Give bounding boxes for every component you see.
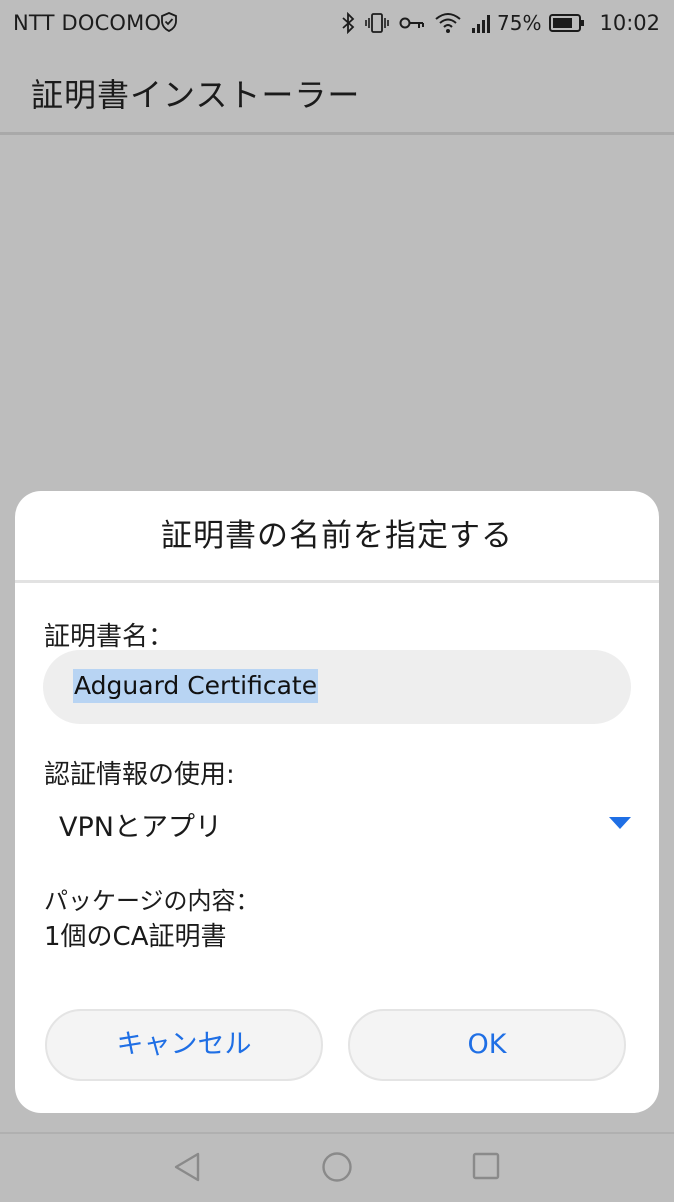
certificate-name-value[interactable]: Adguard Certificate xyxy=(73,669,319,703)
credential-usage-value[interactable]: VPNとアプリ xyxy=(59,805,222,844)
signal-icon xyxy=(471,13,493,33)
back-icon[interactable] xyxy=(172,1151,202,1187)
clock: 10:02 xyxy=(599,11,660,35)
status-bar: NTT DOCOMO 75% 10:02 xyxy=(0,0,674,48)
home-icon[interactable] xyxy=(321,1151,353,1187)
battery-percent: 75% xyxy=(497,11,542,35)
certificate-name-label: 証明書名： xyxy=(44,622,175,652)
battery-icon xyxy=(549,14,585,32)
carrier-name: NTT DOCOMO xyxy=(13,11,162,35)
package-contents-value: 1個のCA証明書 xyxy=(44,922,227,952)
cancel-button[interactable]: キャンセル xyxy=(45,1009,323,1081)
bluetooth-icon xyxy=(341,12,355,34)
recents-icon[interactable] xyxy=(471,1151,501,1185)
credential-usage-dropdown[interactable]: VPNとアプリ xyxy=(43,791,633,855)
app-bar: 証明書インストーラー xyxy=(0,48,674,135)
certificate-name-input[interactable]: Adguard Certificate xyxy=(43,650,631,724)
dialog-divider xyxy=(15,580,659,583)
vibrate-icon xyxy=(365,12,389,34)
credential-usage-label: 認証情報の使用: xyxy=(44,760,235,790)
shield-icon xyxy=(160,12,178,37)
vpn-key-icon xyxy=(399,16,425,30)
dialog-title: 証明書の名前を指定する xyxy=(161,518,513,554)
certificate-name-dialog: 証明書の名前を指定する 証明書名： Adguard Certificate 認証… xyxy=(15,491,659,1113)
navigation-bar xyxy=(0,1132,674,1202)
dropdown-arrow-icon[interactable] xyxy=(609,815,631,834)
wifi-icon xyxy=(435,12,461,34)
ok-button[interactable]: OK xyxy=(348,1009,626,1081)
package-contents-label: パッケージの内容： xyxy=(44,887,260,915)
app-title: 証明書インストーラー xyxy=(31,76,361,114)
status-icons: 75% 10:02 xyxy=(341,8,660,38)
